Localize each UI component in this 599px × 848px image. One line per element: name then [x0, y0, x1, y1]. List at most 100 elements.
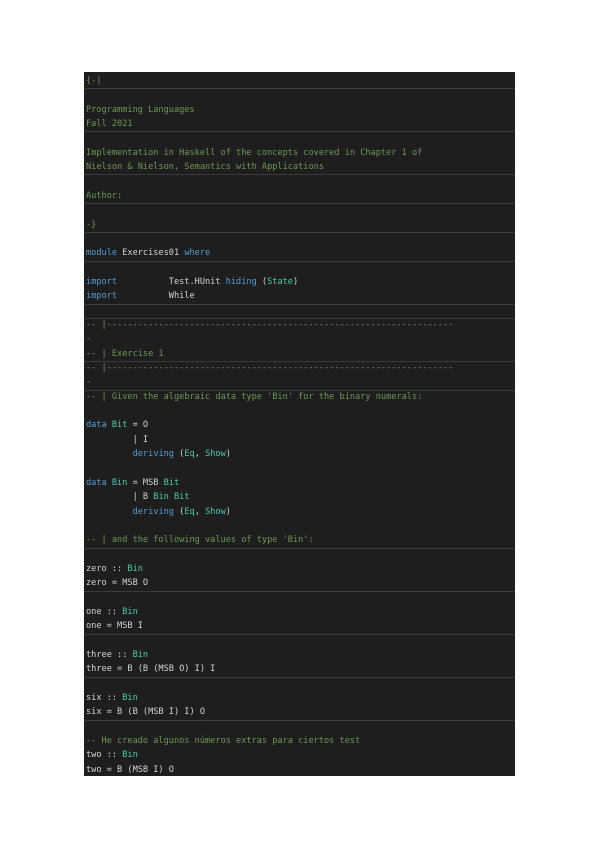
code-token: Nielson & Nielson, Semantics with Applic… [86, 162, 324, 173]
code-token: Bin [127, 563, 143, 574]
line-separator [84, 88, 515, 89]
line-separator [84, 131, 515, 132]
code-token: data [86, 477, 112, 488]
code-line: -- | Exercise 1 [84, 347, 515, 361]
line-separator [84, 548, 515, 549]
code-token: zero :: [86, 563, 128, 574]
code-token: Bin [111, 477, 128, 488]
code-editor[interactable]: {-| Programming Languages Fall 2021 Impleme… [84, 72, 515, 776]
code-token: State [267, 276, 293, 287]
code-token: - [86, 334, 92, 345]
code-line: deriving (Eq, Show) [84, 447, 515, 461]
code-line: module Exercises01 where [84, 246, 515, 260]
code-line: Fall 2021 [84, 117, 515, 131]
code-token: ) [225, 449, 231, 460]
code-line: Nielson & Nielson, Semantics with Applic… [84, 160, 515, 174]
code-line: | I [84, 433, 515, 447]
code-token: Bit [163, 477, 180, 488]
code-line: two :: Bin [84, 748, 515, 762]
code-line: zero :: Bin [84, 562, 515, 576]
code-line: -} [84, 218, 515, 232]
code-line: - [84, 332, 515, 346]
line-separator [84, 318, 515, 319]
code-token: Bin [153, 492, 169, 503]
line-separator [84, 174, 515, 175]
code-token: data [86, 420, 112, 431]
code-token: Eq [184, 449, 195, 460]
line-separator [84, 591, 515, 592]
code-token: ) [292, 276, 299, 287]
code-token: hiding [225, 276, 257, 287]
code-token: zero = MSB O [86, 578, 149, 589]
code-token: two :: [86, 750, 123, 761]
code-token: Implementation in Haskell of the concept… [86, 147, 423, 158]
code-token: Bin [122, 606, 138, 617]
code-line: one :: Bin [84, 605, 515, 619]
code-line: Implementation in Haskell of the concept… [84, 146, 515, 160]
code-token: Exercises01 [122, 248, 180, 259]
line-separator [84, 720, 515, 721]
code-token: {-| [86, 76, 102, 86]
code-token: Author: [86, 190, 123, 201]
code-token: deriving [132, 506, 174, 517]
code-line: -- | Given the algebraic data type 'Bin'… [84, 390, 515, 404]
line-separator [84, 390, 515, 391]
line-separator [84, 203, 515, 204]
code-line: three = B (B (MSB O) I) I [84, 662, 515, 676]
code-token: where [179, 248, 211, 259]
code-line: -- |------------------------------------… [84, 361, 515, 375]
code-line: data Bin = MSB Bit [84, 476, 515, 490]
line-separator [84, 232, 515, 233]
code-line: - [84, 375, 515, 389]
code-line: import While [84, 289, 515, 303]
code-token: , [194, 506, 206, 517]
code-line: zero = MSB O [84, 576, 515, 590]
code-line: deriving (Eq, Show) [84, 505, 515, 519]
code-token: Show [205, 449, 226, 460]
code-line: {-| [84, 74, 515, 88]
code-token: Eq [184, 506, 195, 517]
code-line: three :: Bin [84, 648, 515, 662]
line-separator [84, 304, 515, 305]
code-line: import Test.HUnit hiding (State) [84, 275, 515, 289]
code-token: six = B (B (MSB I) I) O [86, 707, 205, 718]
code-line: one = MSB I [84, 619, 515, 633]
code-token: | B [86, 492, 154, 503]
code-token: three = B (B (MSB O) I) I [86, 664, 216, 675]
code-token: -- |------------------------------------… [86, 319, 454, 330]
code-token: one = MSB I [86, 621, 143, 632]
code-line: -- |------------------------------------… [84, 318, 515, 332]
code-token: = MSB [127, 477, 164, 488]
code-token: - [86, 377, 92, 388]
code-token: two = B (MSB I) O [86, 764, 174, 775]
code-token: Bit [173, 492, 190, 503]
code-token: ( [256, 276, 268, 287]
code-line: six :: Bin [84, 691, 515, 705]
code-line: Programming Languages [84, 103, 515, 117]
code-token: While [117, 291, 195, 302]
code-token: , [194, 449, 206, 460]
code-line: -- | and the following values of type 'B… [84, 533, 515, 547]
code-token: -- | Given the algebraic data type 'Bin'… [86, 391, 423, 402]
line-separator [84, 677, 515, 678]
code-token: Programming Languages [86, 104, 195, 115]
line-separator [84, 261, 515, 262]
code-token: | I [86, 434, 149, 445]
code-token: Test.HUnit [117, 276, 226, 287]
code-token: module [86, 248, 123, 259]
code-token: -- | Exercise 1 [86, 348, 164, 359]
code-line: | B Bin Bit [84, 490, 515, 504]
